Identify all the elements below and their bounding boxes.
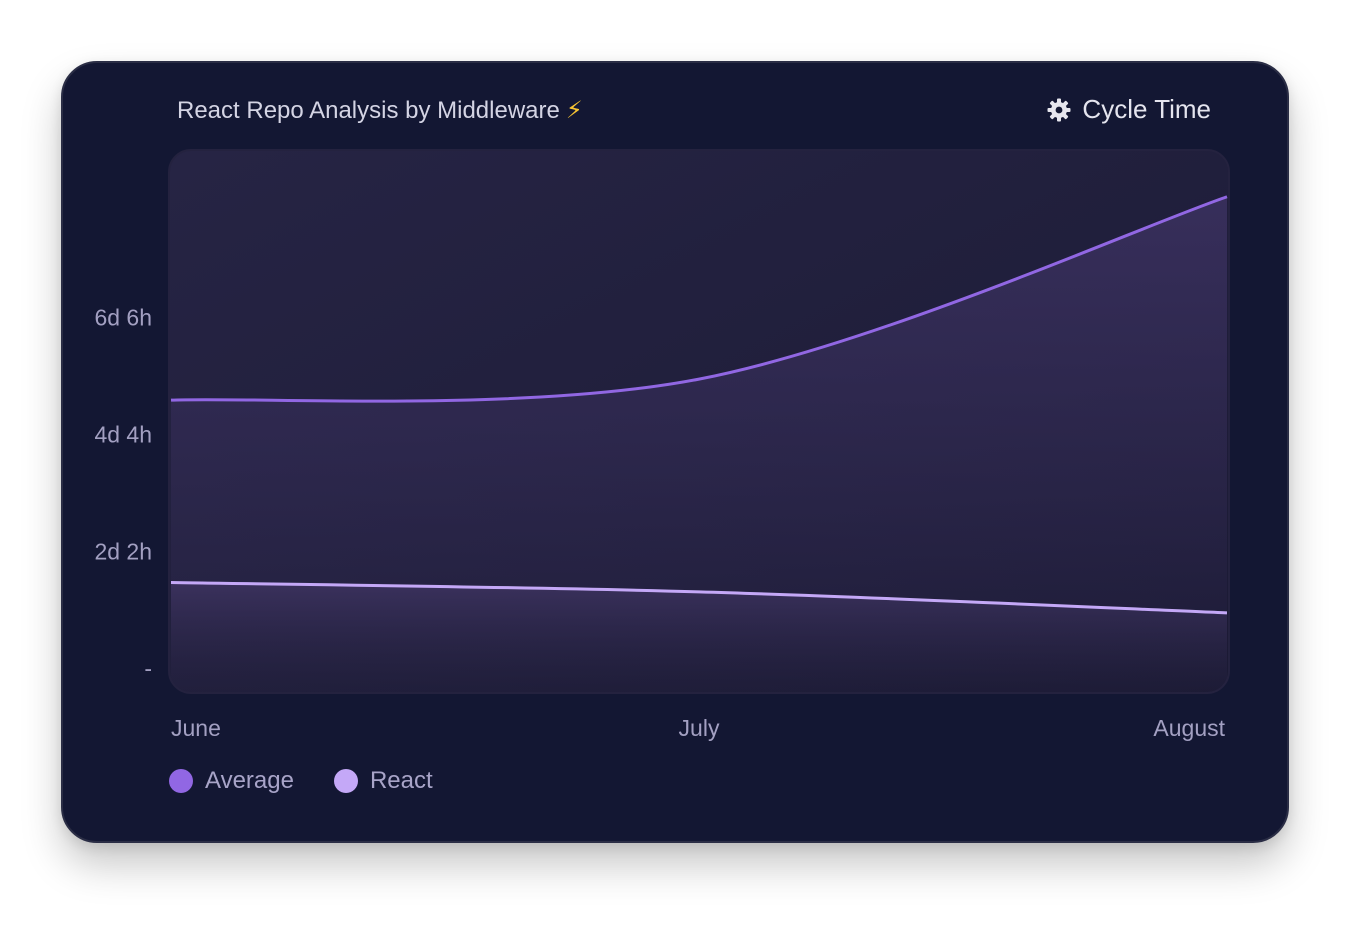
- chart-plot: [165, 149, 1233, 694]
- y-tick-label: 6d 6h: [94, 304, 152, 331]
- data-point-react-august[interactable]: [1221, 607, 1233, 619]
- data-point-average-july[interactable]: [693, 373, 705, 385]
- data-point-react-june[interactable]: [165, 577, 177, 589]
- legend-label-average: Average: [205, 767, 294, 794]
- y-tick-label: 4d 4h: [94, 421, 152, 448]
- y-tick-label: -: [144, 655, 152, 682]
- chart-card: React Repo Analysis by Middleware ⚡ Cycle…: [61, 61, 1289, 843]
- x-tick-label: July: [678, 715, 720, 741]
- data-point-react-july[interactable]: [693, 586, 705, 598]
- legend-item-react[interactable]: React: [333, 767, 433, 795]
- legend-item-average[interactable]: Average: [169, 767, 294, 795]
- chart-legend: Average React: [169, 767, 433, 795]
- x-tick-label: June: [171, 715, 221, 741]
- legend-label-react: React: [369, 767, 433, 794]
- y-tick-label: 2d 2h: [94, 538, 152, 565]
- data-point-average-june[interactable]: [165, 394, 177, 406]
- legend-swatch-average: [169, 769, 193, 793]
- x-tick-label: August: [1153, 715, 1225, 741]
- legend-swatch-react: [333, 769, 358, 793]
- data-point-average-august[interactable]: [1221, 191, 1233, 203]
